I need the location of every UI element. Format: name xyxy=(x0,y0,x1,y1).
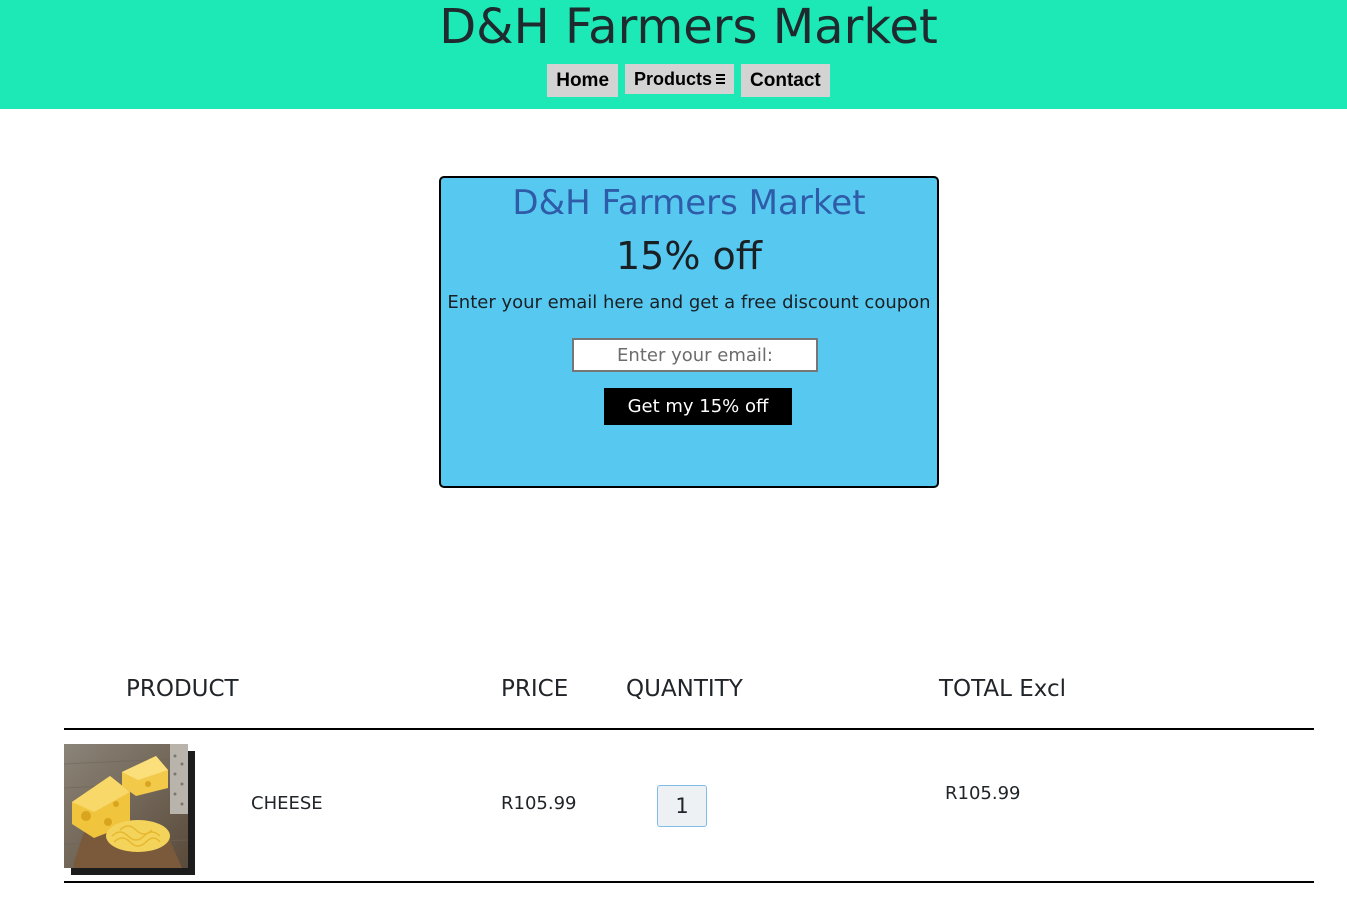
nav-contact-button[interactable]: Contact xyxy=(741,64,830,97)
product-price: R105.99 xyxy=(501,793,577,814)
nav-products-label: Products xyxy=(634,68,713,89)
site-title: D&H Farmers Market xyxy=(439,0,938,55)
menu-icon xyxy=(716,73,726,86)
column-header-total: TOTAL Excl xyxy=(939,676,1067,702)
nav-home-button[interactable]: Home xyxy=(547,64,619,97)
cart-header-row: PRODUCT PRICE QUANTITY TOTAL Excl xyxy=(64,660,1314,730)
column-header-price: PRICE xyxy=(501,676,569,702)
product-total: R105.99 xyxy=(945,783,1021,804)
nav-products-button[interactable]: Products xyxy=(625,64,735,94)
column-header-quantity: QUANTITY xyxy=(626,676,743,702)
quantity-input[interactable] xyxy=(657,785,707,827)
email-input[interactable] xyxy=(572,338,818,372)
promo-title: D&H Farmers Market xyxy=(512,183,866,223)
main-nav: Home Products Contact xyxy=(0,64,1347,97)
cheese-product-image xyxy=(64,744,188,868)
get-discount-button[interactable]: Get my 15% off xyxy=(604,388,792,425)
discount-popup: D&H Farmers Market 15% off Enter your em… xyxy=(439,176,939,488)
site-header: D&H Farmers Market Home Products Contact xyxy=(0,0,1347,109)
cart-table: PRODUCT PRICE QUANTITY TOTAL Excl CHEESE… xyxy=(64,660,1314,883)
promo-discount: 15% off xyxy=(616,234,762,278)
promo-text: Enter your email here and get a free dis… xyxy=(447,292,931,313)
table-row: CHEESE R105.99 R105.99 xyxy=(64,730,1314,883)
column-header-product: PRODUCT xyxy=(126,676,239,702)
product-name: CHEESE xyxy=(251,793,323,814)
